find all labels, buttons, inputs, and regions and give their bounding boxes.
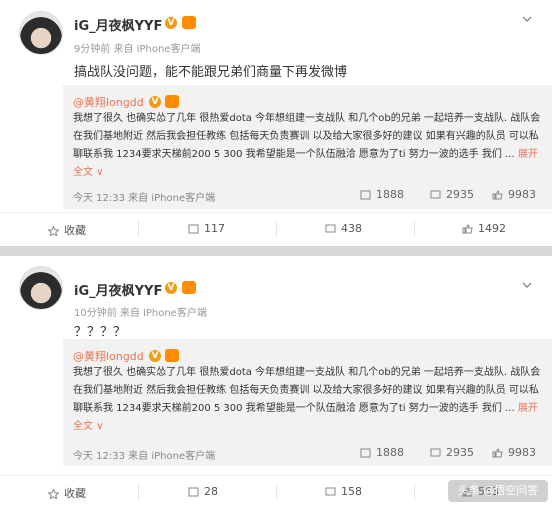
comment-icon [325,487,336,496]
comment-count[interactable]: 2935 [430,446,474,459]
medal-icon [182,281,196,294]
repost-author[interactable]: @黄翔longdd [73,94,144,110]
divider [138,221,139,237]
repost-icon [188,487,199,497]
divider [276,484,277,500]
repost-button[interactable]: 28 [188,485,218,498]
repost-body: 我想了很久 也确实怂了几年 很热爱dota 今年想组建一支战队 和几个ob的兄弟… [73,113,541,160]
repost-text: 我想了很久 也确实怂了几年 很热爱dota 今年想组建一支战队 和几个ob的兄弟… [73,364,543,436]
author-avatar[interactable] [19,11,63,55]
favorite-button[interactable]: 收藏 [48,485,86,501]
like-icon [462,224,473,234]
post-meta: 10分钟前 来自 iPhone客户端 [74,308,207,319]
like-icon [492,448,503,458]
author-avatar[interactable] [19,266,63,310]
like-icon [492,190,503,200]
comment-icon [430,448,441,457]
star-icon [48,489,59,499]
chevron-down-icon[interactable] [522,14,532,24]
repost-icon [188,224,199,234]
action-bar: 收藏 117 438 1492 [0,212,552,244]
like-count[interactable]: 9983 [492,446,536,459]
watermark: 头条 @悟空问答 [448,480,548,502]
verified-badge-icon: V [165,17,177,29]
repost-count[interactable]: 1888 [360,446,404,459]
repost-box[interactable]: @黄翔longdd V 我想了很久 也确实怂了几年 很热爱dota 今年想组建一… [63,85,552,209]
repost-time: 今天 12:33 来自 iPhone客户端 [73,193,216,204]
repost-time: 今天 12:33 来自 iPhone客户端 [73,451,216,462]
medal-icon [165,349,179,362]
favorite-button[interactable]: 收藏 [48,222,86,238]
repost-icon [360,190,371,200]
author-name[interactable]: iG_月夜枫YYF [74,280,162,299]
repost-author[interactable]: @黄翔longdd [73,348,144,364]
comment-button[interactable]: 438 [325,222,362,235]
comment-count[interactable]: 2935 [430,188,474,201]
medal-icon [165,95,179,108]
repost-button[interactable]: 117 [188,222,225,235]
post-text: 搞战队没问题，能不能跟兄弟们商量下再发微博 [74,65,348,80]
repost-count[interactable]: 1888 [360,188,404,201]
divider [414,484,415,500]
comment-button[interactable]: 158 [325,485,362,498]
repost-text: 我想了很久 也确实怂了几年 很热爱dota 今年想组建一支战队 和几个ob的兄弟… [73,110,543,182]
repost-body: 我想了很久 也确实怂了几年 很热爱dota 今年想组建一支战队 和几个ob的兄弟… [73,367,541,414]
comment-icon [430,190,441,199]
chevron-down-icon[interactable] [522,280,532,290]
author-name[interactable]: iG_月夜枫YYF [74,15,162,34]
post-text: ？？？？ [74,325,127,340]
verified-badge-icon: V [165,282,177,294]
divider [276,221,277,237]
post-meta: 9分钟前 来自 iPhone客户端 [74,44,201,55]
divider [414,221,415,237]
divider [138,484,139,500]
repost-icon [360,448,371,458]
like-count[interactable]: 9983 [492,188,536,201]
like-button[interactable]: 1492 [462,222,506,235]
repost-box[interactable]: @黄翔longdd V 我想了很久 也确实怂了几年 很热爱dota 今年想组建一… [63,339,552,466]
medal-icon [182,16,196,29]
verified-badge-icon: V [149,96,161,108]
verified-badge-icon: V [149,350,161,362]
weibo-post-1: iG_月夜枫YYF V 9分钟前 来自 iPhone客户端 搞战队没问题，能不能… [0,0,552,246]
comment-icon [325,224,336,233]
weibo-post-2: iG_月夜枫YYF V 10分钟前 来自 iPhone客户端 ？？？？ @黄翔l… [0,256,552,510]
star-icon [48,226,59,236]
